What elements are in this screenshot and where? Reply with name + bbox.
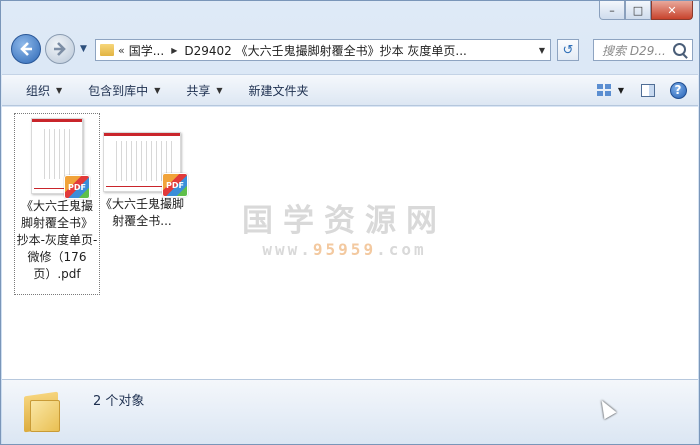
include-in-library-menu[interactable]: 包含到库中 ▼ — [88, 82, 160, 99]
organize-label: 组织 — [26, 83, 51, 98]
pdf-icon: PDF — [64, 175, 90, 199]
preview-pane-icon — [641, 83, 655, 97]
file-item[interactable]: PDF 《大六壬鬼撮脚射覆全书... — [99, 113, 188, 233]
change-view-button[interactable] — [594, 80, 614, 100]
maximize-button[interactable]: □ — [625, 1, 651, 20]
close-button[interactable]: ✕ — [651, 1, 693, 20]
command-bar: 组织 ▼ 包含到库中 ▼ 共享 ▼ 新建文件夹 ▼ ? — [2, 74, 698, 106]
view-controls: ▼ ? — [584, 80, 688, 100]
arrow-left-icon — [20, 42, 32, 56]
address-bar[interactable]: « 国学... ▶ D29402 《大六壬鬼撮脚射覆全书》抄本 灰度单页... … — [95, 39, 551, 61]
share-label: 共享 — [186, 83, 211, 98]
pdf-thumbnail: PDF — [103, 132, 188, 197]
navigation-bar: ▼ « 国学... ▶ D29402 《大六壬鬼撮脚射覆全书》抄本 灰度单页..… — [9, 31, 693, 69]
new-folder-button[interactable]: 新建文件夹 — [249, 82, 309, 99]
watermark-title: 国学资源网 — [242, 203, 447, 239]
watermark-url: www.95959.com — [242, 240, 447, 259]
details-pane: 2 个对象 — [2, 379, 698, 444]
refresh-icon: ↺ — [562, 42, 574, 58]
address-dropdown-button[interactable]: ▼ — [534, 40, 550, 60]
view-options-dropdown[interactable]: ▼ — [618, 86, 624, 95]
breadcrumb-overflow[interactable]: « — [118, 44, 125, 57]
watermark: 国学资源网 www.95959.com — [242, 195, 447, 259]
file-name: 《大六壬鬼撮脚射覆全书... — [100, 197, 185, 228]
file-item[interactable]: PDF 《大六壬鬼撮脚射覆全书》抄本-灰度单页-微修（176页）.pdf — [14, 113, 100, 295]
caption-buttons: – □ ✕ — [599, 1, 693, 20]
arrow-right-icon — [54, 42, 66, 56]
file-name: 《大六壬鬼撮脚射覆全书》抄本-灰度单页-微修（176页）.pdf — [16, 199, 98, 281]
folder-icon — [24, 388, 66, 433]
chevron-down-icon: ▼ — [154, 85, 161, 95]
refresh-button[interactable]: ↺ — [557, 39, 579, 61]
search-box[interactable]: 搜索 D29... — [593, 39, 693, 61]
item-count: 2 个对象 — [93, 394, 145, 409]
pdf-icon: PDF — [162, 173, 188, 197]
minimize-button[interactable]: – — [599, 1, 625, 20]
file-list-pane[interactable]: PDF 《大六壬鬼撮脚射覆全书》抄本-灰度单页-微修（176页）.pdf PDF… — [2, 107, 698, 379]
folder-icon — [100, 44, 114, 56]
chevron-down-icon: ▼ — [56, 85, 63, 95]
share-menu[interactable]: 共享 ▼ — [186, 82, 222, 99]
recent-pages-dropdown[interactable]: ▼ — [80, 44, 92, 56]
explorer-window: – □ ✕ ▼ « 国学... ▶ D29402 《大六壬鬼撮脚射覆全书》抄本 … — [0, 0, 700, 445]
help-icon: ? — [669, 81, 687, 99]
search-icon — [673, 43, 686, 56]
back-button[interactable] — [11, 34, 41, 64]
breadcrumb-separator[interactable]: ▶ — [171, 46, 177, 55]
watermark-url-number: 95959 — [312, 240, 377, 259]
breadcrumb-item[interactable]: 国学... — [129, 42, 164, 59]
forward-button[interactable] — [45, 34, 75, 64]
help-button[interactable]: ? — [668, 80, 688, 100]
watermark-url-prefix: www. — [262, 240, 313, 259]
breadcrumb-item-current[interactable]: D29402 《大六壬鬼撮脚射覆全书》抄本 灰度单页... — [184, 42, 467, 59]
search-input[interactable]: 搜索 D29... — [594, 42, 674, 59]
watermark-url-suffix: .com — [376, 240, 427, 259]
chevron-down-icon: ▼ — [216, 85, 223, 95]
preview-pane-button[interactable] — [638, 80, 658, 100]
view-grid-icon — [596, 84, 611, 96]
include-library-label: 包含到库中 — [88, 83, 149, 98]
organize-menu[interactable]: 组织 ▼ — [26, 82, 62, 99]
new-folder-label: 新建文件夹 — [248, 83, 309, 98]
pdf-thumbnail: PDF — [31, 118, 90, 199]
